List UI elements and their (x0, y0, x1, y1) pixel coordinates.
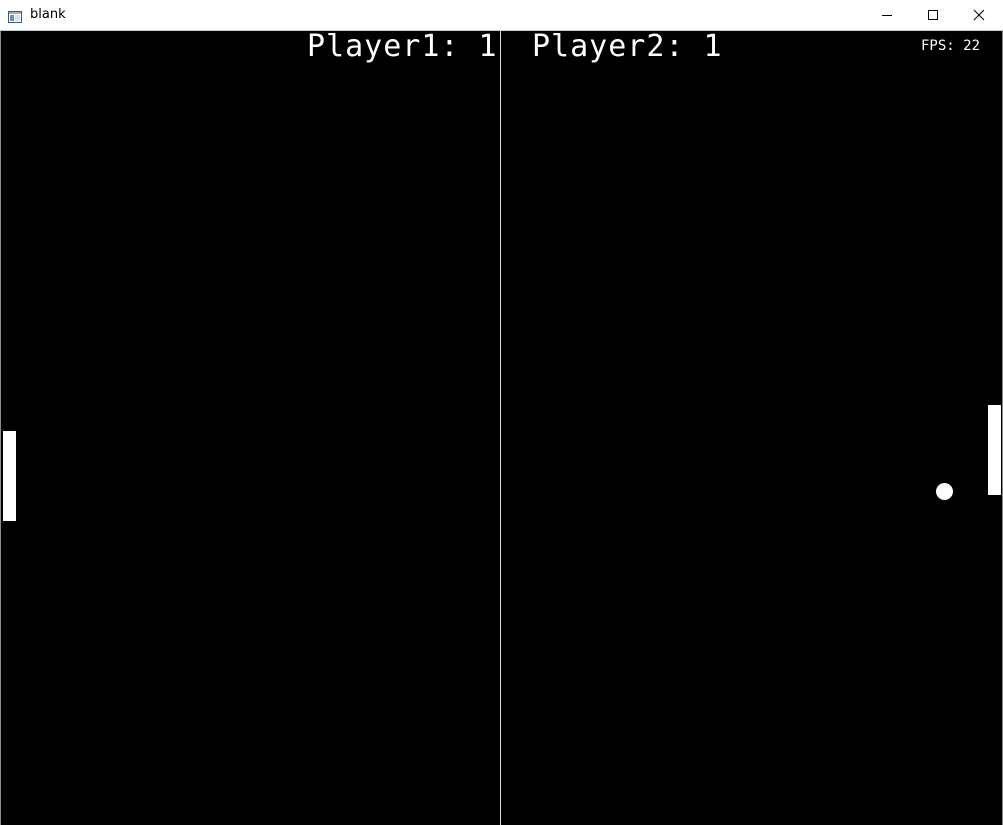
close-button[interactable] (956, 0, 1002, 30)
game-canvas[interactable]: Player1: 1 Player2: 1 FPS: 22 (1, 31, 1002, 825)
minimize-icon (881, 6, 893, 25)
center-net-line (500, 31, 501, 825)
minimize-button[interactable] (864, 0, 910, 30)
fps-counter: FPS: 22 (921, 38, 981, 54)
maximize-button[interactable] (910, 0, 956, 30)
game-window: blank Player1: 1 Player2: 1 FPS: 22 (0, 0, 1003, 825)
player2-score: Player2: 1 (532, 31, 723, 64)
player1-score: Player1: 1 (307, 31, 498, 64)
player1-paddle (3, 431, 16, 521)
window-title: blank (30, 7, 66, 22)
ball (936, 483, 953, 500)
title-bar[interactable]: blank (0, 0, 1003, 30)
player2-paddle (988, 405, 1001, 495)
app-window-icon (8, 8, 22, 23)
close-icon (973, 6, 985, 25)
maximize-icon (927, 6, 939, 25)
